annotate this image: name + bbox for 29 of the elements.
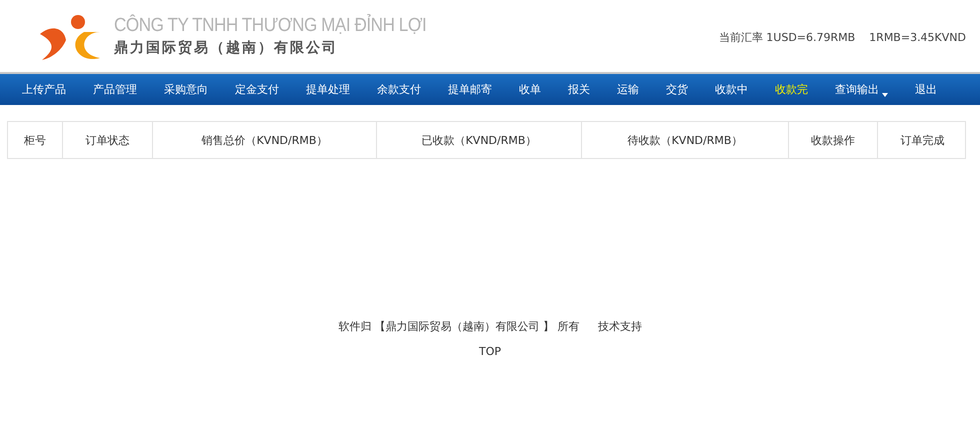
nav-item[interactable]: 提单处理 bbox=[306, 82, 350, 97]
nav-item[interactable]: 运输 bbox=[617, 82, 639, 97]
nav-item[interactable]: 提单邮寄 bbox=[448, 82, 492, 97]
nav-item[interactable]: 查询输出 bbox=[835, 82, 888, 97]
nav-item[interactable]: 产品管理 bbox=[93, 82, 137, 97]
nav-item[interactable]: 报关 bbox=[568, 82, 590, 97]
column-header: 柜号 bbox=[23, 132, 47, 148]
nav-item[interactable]: 定金支付 bbox=[235, 82, 279, 97]
exchange-rate: 当前汇率 1USD=6.79RMB 1RMB=3.45KVND bbox=[718, 30, 966, 44]
column-header: 已收款（KVND/RMB） bbox=[376, 122, 581, 158]
column-header: 收款操作 bbox=[788, 122, 877, 158]
nav-item[interactable]: 采购意向 bbox=[164, 82, 208, 97]
column-header: 销售总价（KVND/RMB） bbox=[152, 122, 376, 158]
nav-item[interactable]: 收款中 bbox=[715, 82, 748, 97]
nav-item[interactable]: 余款支付 bbox=[377, 82, 421, 97]
copyright-text: 软件归 【鼎力国际贸易（越南）有限公司 】 所有 bbox=[338, 319, 580, 334]
column-header: 订单状态 bbox=[62, 122, 152, 158]
top-link[interactable]: TOP bbox=[478, 345, 501, 358]
column-header: 待收款（KVND/RMB） bbox=[581, 122, 788, 158]
nav-item[interactable]: 收款完 bbox=[775, 82, 808, 97]
nav-item[interactable]: 退出 bbox=[915, 82, 937, 97]
nav-item[interactable]: 收单 bbox=[519, 82, 541, 97]
company-name-chinese: 鼎力国际贸易（越南）有限公司 bbox=[114, 39, 339, 57]
caret-icon bbox=[882, 92, 888, 96]
column-header: 订单完成 bbox=[877, 122, 967, 158]
nav-item[interactable]: 上传产品 bbox=[22, 82, 66, 97]
support-link[interactable]: 技术支持 bbox=[598, 319, 642, 334]
company-name-vietnamese: CÔNG TY TNHH THƯƠNG MẠI ĐỈNH LỢI bbox=[114, 15, 426, 37]
nav-item[interactable]: 交货 bbox=[666, 82, 688, 97]
